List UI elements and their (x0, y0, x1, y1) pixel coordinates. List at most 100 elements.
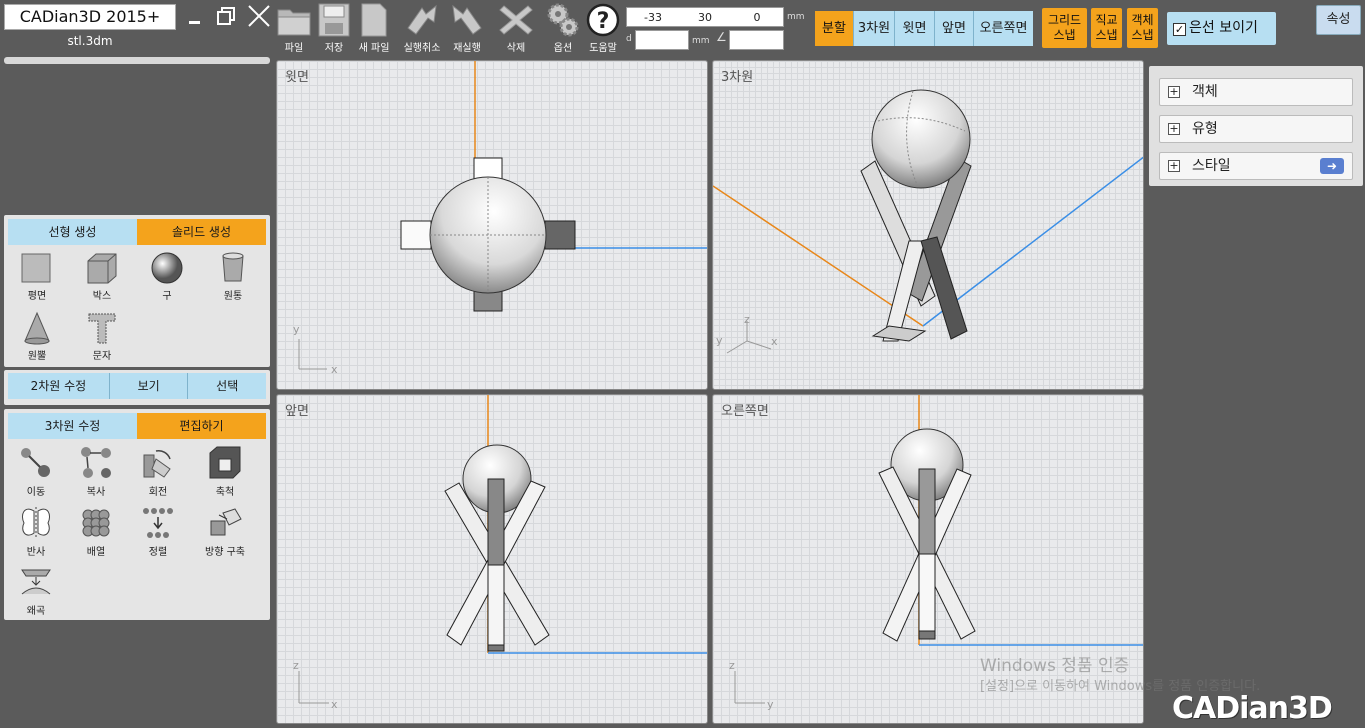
align-label: 정렬 (148, 547, 168, 558)
redo-label: 재실행 (453, 43, 481, 54)
save-button[interactable]: 저장 (314, 2, 354, 54)
save-icon (318, 3, 350, 37)
expand-icon[interactable]: + (1168, 160, 1180, 172)
app-title: CADian3D 2015+ (4, 4, 176, 30)
gear-icon (547, 3, 579, 37)
warp-tool[interactable]: 왜곡 (8, 564, 64, 617)
angle-label: ∠ (716, 30, 727, 44)
svg-text:?: ? (597, 9, 610, 34)
accordion-type-label: 유형 (1192, 121, 1218, 137)
mirror-tool[interactable]: 반사 (8, 505, 64, 558)
tab-linear-create[interactable]: 선형 생성 (8, 219, 137, 245)
front-view-scene (298, 395, 707, 704)
axis-label-x: x (771, 335, 778, 348)
top-view-scene (298, 61, 707, 370)
cone-tool[interactable]: 원뿔 (9, 311, 65, 362)
expand-icon[interactable]: + (1168, 86, 1180, 98)
modify-2d-panel: 2차원 수정 보기 선택 (4, 370, 270, 405)
viewport-top[interactable]: 윗면 y x (276, 60, 708, 390)
object-snap-button[interactable]: 객체 스냅 (1127, 8, 1158, 48)
viewport-front[interactable]: 앞면 z x (276, 394, 708, 724)
tab-solid-create[interactable]: 솔리드 생성 (137, 219, 266, 245)
activation-watermark-title: Windows 정품 인증 (980, 656, 1130, 676)
orient-icon (210, 508, 242, 536)
accordion-type[interactable]: + 유형 (1159, 115, 1353, 143)
move-label: 이동 (26, 487, 46, 498)
properties-panel: + 객체 + 유형 + 스타일 ➜ (1149, 66, 1363, 186)
sphere-tool[interactable]: 구 (139, 251, 195, 302)
folder-icon (277, 9, 311, 36)
options-button[interactable]: 옵션 (543, 2, 583, 54)
view-front-button[interactable]: 앞면 (935, 11, 974, 46)
new-file-icon (361, 3, 387, 37)
tab-view[interactable]: 보기 (109, 373, 189, 399)
distance-label: d (626, 34, 632, 44)
file-button[interactable]: 파일 (274, 2, 314, 54)
copy-tool[interactable]: 복사 (68, 445, 124, 498)
tab-edit[interactable]: 편집하기 (137, 413, 266, 439)
view-top-button[interactable]: 윗면 (895, 11, 935, 46)
move-tool[interactable]: 이동 (8, 445, 64, 498)
grid-snap-button[interactable]: 그리드 스냅 (1042, 8, 1087, 48)
grid-snap-line1: 그리드 (1047, 13, 1082, 27)
progress-bar (4, 57, 270, 64)
view-right-button[interactable]: 오른쪽면 (974, 11, 1033, 46)
copy-label: 복사 (86, 487, 106, 498)
tab-3d-modify[interactable]: 3차원 수정 (8, 413, 137, 439)
accordion-style-label: 스타일 (1192, 158, 1231, 174)
distance-input[interactable] (635, 30, 689, 50)
warp-label: 왜곡 (26, 606, 46, 617)
scale-tool[interactable]: 축척 (197, 445, 253, 498)
undo-icon (407, 4, 437, 35)
delete-button[interactable]: 삭제 (496, 2, 536, 54)
viewport-3d[interactable]: 3차원 z y x (712, 60, 1144, 390)
expand-icon[interactable]: + (1168, 123, 1180, 135)
cone-icon (24, 311, 50, 345)
array-tool[interactable]: 배열 (68, 505, 124, 558)
tab-select[interactable]: 선택 (188, 373, 266, 399)
close-icon[interactable] (247, 4, 270, 28)
view-3d-button[interactable]: 3차원 (854, 11, 895, 46)
axis-label-x: x (331, 363, 338, 376)
box-tool[interactable]: 박스 (74, 251, 130, 302)
text-3d-icon (88, 313, 116, 344)
hidden-line-toggle[interactable]: ✓ 은선 보이기 (1167, 12, 1276, 45)
box-icon (87, 253, 117, 284)
tab-2d-modify[interactable]: 2차원 수정 (8, 373, 110, 399)
undo-label: 실행취소 (403, 43, 441, 54)
plane-tool[interactable]: 평면 (9, 251, 65, 302)
minimize-icon[interactable] (184, 4, 206, 28)
axis-label-x: x (331, 698, 338, 711)
undo-button[interactable]: 실행취소 (402, 2, 442, 54)
new-file-button[interactable]: 새 파일 (354, 2, 394, 54)
grid-snap-line2: 스냅 (1053, 28, 1076, 42)
cylinder-tool[interactable]: 원통 (205, 251, 261, 302)
text-tool[interactable]: 문자 (74, 311, 130, 362)
redo-button[interactable]: 재실행 (447, 2, 487, 54)
coordinate-input[interactable]: -33 30 0 (626, 7, 784, 27)
orient-tool[interactable]: 방향 구축 (197, 505, 253, 558)
accordion-object[interactable]: + 객체 (1159, 78, 1353, 106)
checkbox-icon[interactable]: ✓ (1173, 23, 1186, 36)
help-label: 도움말 (589, 43, 617, 54)
axis-label-y: y (716, 334, 723, 347)
restore-icon[interactable] (215, 4, 237, 28)
angle-input[interactable] (729, 30, 784, 50)
properties-button[interactable]: 속성 (1316, 5, 1361, 35)
options-label: 옵션 (553, 43, 573, 54)
ortho-snap-line2: 스냅 (1095, 28, 1118, 42)
rotate-tool[interactable]: 회전 (130, 445, 186, 498)
help-icon: ? (586, 3, 620, 37)
align-tool[interactable]: 정렬 (130, 505, 186, 558)
ortho-snap-button[interactable]: 직교 스냅 (1091, 8, 1122, 48)
array-icon (82, 509, 110, 537)
accordion-style[interactable]: + 스타일 ➜ (1159, 152, 1353, 180)
hidden-line-label: 은선 보이기 (1189, 20, 1258, 36)
view-split-button[interactable]: 분할 (815, 11, 854, 46)
save-label: 저장 (324, 43, 344, 54)
coord-z: 0 (753, 10, 761, 24)
edit-panel: 3차원 수정 편집하기 이동 복사 회전 축척 반사 배열 정렬 방향 구축 왜… (4, 409, 270, 620)
orient-label: 방향 구축 (205, 547, 245, 558)
help-button[interactable]: ? 도움말 (583, 2, 623, 54)
arrow-right-icon[interactable]: ➜ (1320, 158, 1344, 174)
